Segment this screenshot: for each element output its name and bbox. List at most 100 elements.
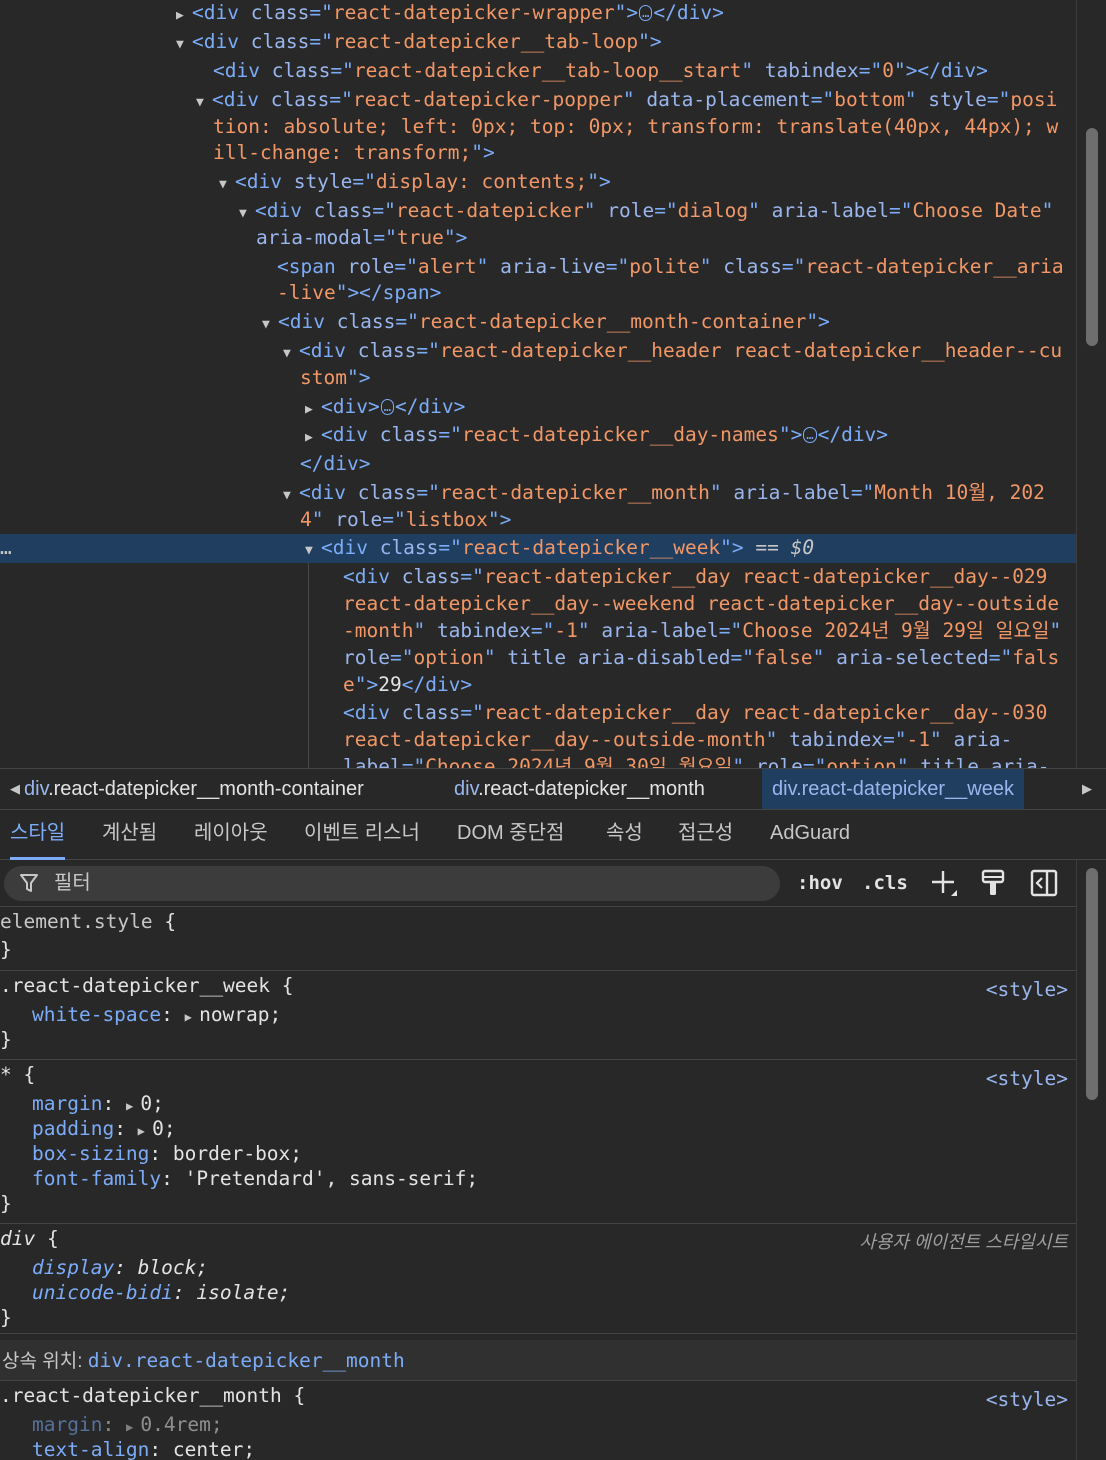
dom-tree-line node-day-29-cont-3[interactable]: role="option" title aria-disabled="false… [0, 644, 1076, 673]
expand-triangle-icon[interactable]: ▶ [305, 396, 321, 423]
declaration-font-family[interactable]: font-family: 'Pretendard', sans-serif; [32, 1166, 478, 1191]
filter-input[interactable] [54, 866, 754, 901]
dom-tree-line node-header[interactable]: ▼ <div class="react-datepicker__header re… [0, 337, 1076, 366]
filter-box[interactable] [4, 866, 780, 901]
dom-tree-scrollbar[interactable] [1076, 0, 1106, 768]
dom-tree-line node-tab-loop-start[interactable]: <div class="react-datepicker__tab-loop__… [0, 57, 1076, 86]
style-rule-week[interactable]: .react-datepicker__week { <style> white-… [0, 971, 1076, 1060]
dom-tree-line node-day-29-cont-2[interactable]: -month" tabindex="-1" aria-label="Choose… [0, 617, 1076, 646]
tab-properties[interactable]: 속성 [606, 810, 643, 860]
rule-selector[interactable]: .react-datepicker__week [0, 974, 270, 997]
dom-tree-line node-day-names[interactable]: ▶ <div class="react-datepicker__day-names… [0, 421, 1076, 450]
dom-tree-line node-display-contents[interactable]: ▼ <div style="display: contents;"> [0, 168, 1076, 197]
property-value[interactable]: 0.4rem [140, 1413, 210, 1436]
style-rule-element-style[interactable]: element.style { } [0, 907, 1076, 971]
collapse-triangle-icon[interactable]: ▼ [305, 537, 321, 564]
dom-tree-line node-popper[interactable]: ▼ <div class="react-datepicker-popper" da… [0, 86, 1076, 115]
rule-selector[interactable]: * [0, 1063, 12, 1086]
dom-tree-line node-header-child-div[interactable]: ▶ <div>… </div> [0, 393, 1076, 422]
tab-computed[interactable]: 계산됨 [102, 810, 157, 860]
dom-tree-line node-day-30-cont-2[interactable]: label="Choose 2024년 9월 30일 월요일" role="op… [0, 753, 1076, 768]
rule-source-link[interactable]: <style> [986, 1387, 1068, 1412]
declaration-margin[interactable]: margin: ▶ 0; [32, 1091, 164, 1116]
styles-pane[interactable]: element.style { } .react-datepicker__wee… [0, 907, 1076, 1460]
dom-tree-line node-month-cont[interactable]: 4" role="listbox"> [0, 506, 1076, 535]
declaration-white-space[interactable]: white-space: ▶ nowrap; [32, 1002, 281, 1027]
dom-tree-scrollbar-thumb[interactable] [1086, 128, 1098, 346]
rule-source-link[interactable]: <style> [986, 977, 1068, 1002]
dom-tree-line node-aria-live-cont[interactable]: -live"></span> [0, 279, 1076, 308]
style-rule-universal[interactable]: * { <style> margin: ▶ 0; padding: ▶ 0; b… [0, 1060, 1076, 1224]
tab-event-listeners[interactable]: 이벤트 리스너 [304, 810, 420, 860]
tab-layout[interactable]: 레이아웃 [194, 810, 268, 860]
property-value[interactable]: 0 [152, 1117, 164, 1140]
more-options-icon[interactable]: … [0, 534, 12, 561]
property-value[interactable]: 0 [140, 1092, 152, 1115]
tab-adguard[interactable]: AdGuard [770, 810, 850, 860]
collapsed-children-ellipsis-icon[interactable]: … [803, 427, 817, 443]
collapse-triangle-icon[interactable]: ▼ [262, 311, 278, 338]
property-name[interactable]: margin [32, 1413, 102, 1436]
style-rule-div-user-agent[interactable]: div { 사용자 에이전트 스타일시트 display: block; uni… [0, 1224, 1076, 1334]
sidebar-toggle-icon[interactable] [1029, 868, 1059, 898]
expand-triangle-icon[interactable]: ▶ [138, 1124, 152, 1138]
collapse-triangle-icon[interactable]: ▼ [219, 171, 235, 198]
expand-triangle-icon[interactable]: ▶ [305, 424, 321, 451]
collapsed-children-ellipsis-icon[interactable]: … [639, 5, 653, 21]
declaration-padding[interactable]: padding: ▶ 0; [32, 1116, 176, 1141]
styles-scrollbar-thumb[interactable] [1086, 868, 1098, 1100]
dom-tree-line node-day-30-cont-1[interactable]: react-datepicker__day--outside-month" ta… [0, 726, 1076, 755]
style-rule-month[interactable]: .react-datepicker__month { <style> margi… [0, 1381, 1076, 1460]
dom-tree-line node-day-29-cont-1[interactable]: react-datepicker__day--weekend react-dat… [0, 590, 1076, 619]
property-name[interactable]: margin [32, 1092, 102, 1115]
dom-tree-line node-tab-loop[interactable]: ▼ <div class="react-datepicker__tab-loop"… [0, 28, 1076, 57]
dom-tree-line node-month-container[interactable]: ▼ <div class="react-datepicker__month-con… [0, 308, 1076, 337]
breadcrumb-scroll-right-icon[interactable]: ▶ [1072, 769, 1102, 809]
dom-tree-line node-month[interactable]: ▼ <div class="react-datepicker__month" ar… [0, 479, 1076, 508]
styles-scrollbar[interactable] [1076, 860, 1106, 1460]
plus-icon[interactable] [929, 868, 959, 898]
property-name[interactable]: text-align [32, 1438, 149, 1460]
breadcrumb-item-month[interactable]: div.react-datepicker__month [454, 769, 705, 809]
dom-tree-line node-popper-cont-2[interactable]: ill-change: transform;"> [0, 139, 1076, 168]
cls-button[interactable]: .cls [862, 868, 908, 898]
declaration-text-align[interactable]: text-align: center; [32, 1437, 255, 1460]
hov-button[interactable]: :hov [797, 868, 843, 898]
rule-selector[interactable]: .react-datepicker__month [0, 1384, 282, 1407]
dom-tree-line node-header-close[interactable]: </div> [0, 450, 1076, 479]
collapse-triangle-icon[interactable]: ▼ [283, 340, 299, 367]
expand-triangle-icon[interactable]: ▶ [126, 1099, 140, 1113]
collapse-triangle-icon[interactable]: ▼ [283, 482, 299, 509]
collapse-triangle-icon[interactable]: ▼ [196, 89, 212, 116]
expand-triangle-icon[interactable]: ▶ [185, 1010, 199, 1024]
collapse-triangle-icon[interactable]: ▼ [176, 31, 192, 58]
tab-styles[interactable]: 스타일 [10, 810, 66, 860]
paint-brush-icon[interactable] [978, 868, 1008, 898]
dom-tree-line node-dialog-cont[interactable]: aria-modal="true"> [0, 224, 1076, 253]
dom-tree-line node-day-29[interactable]: <div class="react-datepicker__day react-… [0, 563, 1076, 592]
breadcrumb-item-month-container[interactable]: div.react-datepicker__month-container [24, 769, 364, 809]
rule-source-link[interactable]: <style> [986, 1066, 1068, 1091]
dom-tree-line node-day-29-cont-4[interactable]: e">29</div> [0, 671, 1076, 700]
collapse-triangle-icon[interactable]: ▼ [239, 200, 255, 227]
dom-tree-line node-popper-cont-1[interactable]: tion: absolute; left: 0px; top: 0px; tra… [0, 113, 1076, 142]
property-value[interactable]: 'Pretendard', sans-serif [185, 1167, 467, 1190]
collapsed-children-ellipsis-icon[interactable]: … [380, 399, 394, 415]
property-name[interactable]: white-space [32, 1003, 161, 1026]
dom-tree-line node-week-selected[interactable]: … ▼ <div class="react-datepicker__week"> =… [0, 534, 1076, 563]
dom-tree-line node-aria-live-span[interactable]: <span role="alert" aria-live="polite" cl… [0, 253, 1076, 282]
declaration-margin-inherited[interactable]: margin: ▶ 0.4rem; [32, 1412, 223, 1437]
property-name[interactable]: box-sizing [32, 1142, 149, 1165]
dom-tree-line node-datepicker-dialog[interactable]: ▼ <div class="react-datepicker" role="dia… [0, 197, 1076, 226]
elements-dom-tree[interactable]: ▶ <div class="react-datepicker-wrapper">…… [0, 0, 1076, 768]
tab-accessibility[interactable]: 접근성 [678, 810, 733, 860]
property-value[interactable]: border-box [173, 1142, 290, 1165]
dom-tree-line node-datepicker-wrapper[interactable]: ▶ <div class="react-datepicker-wrapper">…… [0, 0, 1076, 28]
declaration-box-sizing[interactable]: box-sizing: border-box; [32, 1141, 302, 1166]
property-value[interactable]: center [173, 1438, 243, 1460]
expand-triangle-icon[interactable]: ▶ [126, 1420, 140, 1434]
expand-triangle-icon[interactable]: ▶ [176, 2, 192, 29]
property-name[interactable]: font-family [32, 1167, 161, 1190]
property-name[interactable]: padding [32, 1117, 114, 1140]
breadcrumb-item-week[interactable]: div.react-datepicker__week [762, 769, 1024, 809]
